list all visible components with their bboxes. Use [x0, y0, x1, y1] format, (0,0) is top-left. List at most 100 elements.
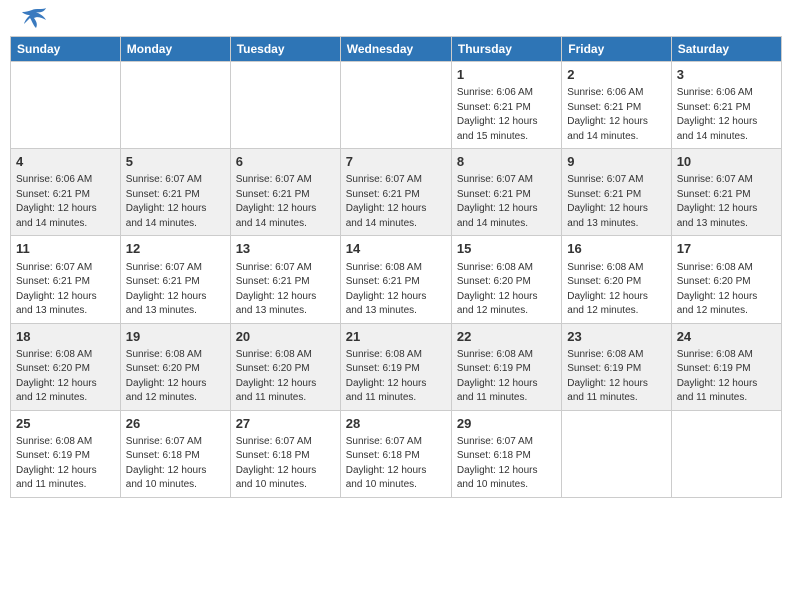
calendar-table: SundayMondayTuesdayWednesdayThursdayFrid…: [10, 36, 782, 498]
day-number: 9: [567, 153, 665, 171]
calendar-day-cell: 26 Sunrise: 6:07 AMSunset: 6:18 PMDayligh…: [120, 410, 230, 497]
day-number: 15: [457, 240, 556, 258]
calendar-day-cell: 19 Sunrise: 6:08 AMSunset: 6:20 PMDayligh…: [120, 323, 230, 410]
day-number: 13: [236, 240, 335, 258]
calendar-day-cell: 7 Sunrise: 6:07 AMSunset: 6:21 PMDaylight…: [340, 149, 451, 236]
calendar-day-cell: 3 Sunrise: 6:06 AMSunset: 6:21 PMDaylight…: [671, 62, 781, 149]
day-info: Sunrise: 6:07 AMSunset: 6:21 PMDaylight:…: [457, 173, 556, 231]
day-of-week-header: Sunday: [11, 37, 121, 62]
calendar-day-cell: 15 Sunrise: 6:08 AMSunset: 6:20 PMDayligh…: [451, 236, 561, 323]
day-number: 29: [457, 415, 556, 433]
day-info: Sunrise: 6:07 AMSunset: 6:21 PMDaylight:…: [236, 261, 335, 319]
day-number: 25: [16, 415, 115, 433]
day-number: 18: [16, 328, 115, 346]
calendar-day-cell: 28 Sunrise: 6:07 AMSunset: 6:18 PMDayligh…: [340, 410, 451, 497]
calendar-day-cell: [120, 62, 230, 149]
day-info: Sunrise: 6:08 AMSunset: 6:20 PMDaylight:…: [16, 348, 115, 406]
calendar-header-row: SundayMondayTuesdayWednesdayThursdayFrid…: [11, 37, 782, 62]
day-info: Sunrise: 6:07 AMSunset: 6:21 PMDaylight:…: [346, 173, 446, 231]
calendar-day-cell: 21 Sunrise: 6:08 AMSunset: 6:19 PMDayligh…: [340, 323, 451, 410]
day-number: 27: [236, 415, 335, 433]
day-number: 17: [677, 240, 776, 258]
calendar-day-cell: 14 Sunrise: 6:08 AMSunset: 6:21 PMDayligh…: [340, 236, 451, 323]
day-number: 6: [236, 153, 335, 171]
day-number: 2: [567, 66, 665, 84]
day-info: Sunrise: 6:06 AMSunset: 6:21 PMDaylight:…: [16, 173, 115, 231]
day-info: Sunrise: 6:08 AMSunset: 6:20 PMDaylight:…: [236, 348, 335, 406]
logo: [14, 16, 46, 28]
calendar-day-cell: 9 Sunrise: 6:07 AMSunset: 6:21 PMDaylight…: [562, 149, 671, 236]
day-info: Sunrise: 6:08 AMSunset: 6:20 PMDaylight:…: [677, 261, 776, 319]
day-of-week-header: Wednesday: [340, 37, 451, 62]
calendar-day-cell: 25 Sunrise: 6:08 AMSunset: 6:19 PMDayligh…: [11, 410, 121, 497]
day-info: Sunrise: 6:07 AMSunset: 6:18 PMDaylight:…: [126, 435, 225, 493]
day-number: 21: [346, 328, 446, 346]
day-of-week-header: Monday: [120, 37, 230, 62]
calendar-day-cell: 23Sunrise: 6:08 AMSunset: 6:19 PMDayligh…: [562, 323, 671, 410]
day-info: Sunrise: 6:07 AMSunset: 6:18 PMDaylight:…: [457, 435, 556, 493]
day-info: Sunrise: 6:07 AMSunset: 6:18 PMDaylight:…: [236, 435, 335, 493]
calendar-day-cell: 13 Sunrise: 6:07 AMSunset: 6:21 PMDayligh…: [230, 236, 340, 323]
day-info: Sunrise: 6:06 AMSunset: 6:21 PMDaylight:…: [677, 86, 776, 144]
calendar-week-row: 25 Sunrise: 6:08 AMSunset: 6:19 PMDayligh…: [11, 410, 782, 497]
day-info: Sunrise: 6:08 AMSunset: 6:19 PMDaylight:…: [346, 348, 446, 406]
day-info: Sunrise: 6:08 AMSunset: 6:19 PMDaylight:…: [16, 435, 115, 493]
day-number: 1: [457, 66, 556, 84]
day-number: 19: [126, 328, 225, 346]
calendar-day-cell: 16 Sunrise: 6:08 AMSunset: 6:20 PMDayligh…: [562, 236, 671, 323]
calendar-day-cell: 29 Sunrise: 6:07 AMSunset: 6:18 PMDayligh…: [451, 410, 561, 497]
day-number: 5: [126, 153, 225, 171]
day-info: Sunrise: 6:08 AMSunset: 6:19 PMDaylight:…: [457, 348, 556, 406]
calendar-day-cell: [562, 410, 671, 497]
day-number: 20: [236, 328, 335, 346]
calendar-day-cell: 2 Sunrise: 6:06 AMSunset: 6:21 PMDaylight…: [562, 62, 671, 149]
day-info: Sunrise: 6:07 AMSunset: 6:21 PMDaylight:…: [126, 261, 225, 319]
calendar-day-cell: 11Sunrise: 6:07 AMSunset: 6:21 PMDayligh…: [11, 236, 121, 323]
calendar-day-cell: 5 Sunrise: 6:07 AMSunset: 6:21 PMDaylight…: [120, 149, 230, 236]
day-info: Sunrise: 6:06 AMSunset: 6:21 PMDaylight:…: [567, 86, 665, 144]
logo-bird-icon: [18, 8, 46, 28]
calendar-week-row: 1 Sunrise: 6:06 AMSunset: 6:21 PMDaylight…: [11, 62, 782, 149]
calendar-day-cell: 1 Sunrise: 6:06 AMSunset: 6:21 PMDaylight…: [451, 62, 561, 149]
calendar-day-cell: 17 Sunrise: 6:08 AMSunset: 6:20 PMDayligh…: [671, 236, 781, 323]
calendar-day-cell: [340, 62, 451, 149]
day-info: Sunrise: 6:07 AMSunset: 6:21 PMDaylight:…: [567, 173, 665, 231]
calendar-day-cell: [230, 62, 340, 149]
day-number: 22: [457, 328, 556, 346]
day-of-week-header: Saturday: [671, 37, 781, 62]
day-number: 24: [677, 328, 776, 346]
day-info: Sunrise: 6:07 AMSunset: 6:21 PMDaylight:…: [677, 173, 776, 231]
day-number: 26: [126, 415, 225, 433]
calendar-day-cell: [671, 410, 781, 497]
day-info: Sunrise: 6:07 AMSunset: 6:18 PMDaylight:…: [346, 435, 446, 493]
day-number: 11: [16, 240, 115, 258]
calendar-week-row: 4 Sunrise: 6:06 AMSunset: 6:21 PMDaylight…: [11, 149, 782, 236]
day-number: 23: [567, 328, 665, 346]
day-info: Sunrise: 6:06 AMSunset: 6:21 PMDaylight:…: [457, 86, 556, 144]
day-number: 10: [677, 153, 776, 171]
calendar-day-cell: 6Sunrise: 6:07 AMSunset: 6:21 PMDaylight…: [230, 149, 340, 236]
calendar-week-row: 11 Sunrise: 6:07 AMSunset: 6:21 PMDayligh…: [11, 236, 782, 323]
calendar-week-row: 18 Sunrise: 6:08 AMSunset: 6:20 PMDayligh…: [11, 323, 782, 410]
day-info: Sunrise: 6:07 AMSunset: 6:21 PMDaylight:…: [126, 173, 225, 231]
calendar-day-cell: 27 Sunrise: 6:07 AMSunset: 6:18 PMDayligh…: [230, 410, 340, 497]
calendar-day-cell: 20 Sunrise: 6:08 AMSunset: 6:20 PMDayligh…: [230, 323, 340, 410]
calendar-day-cell: 18 Sunrise: 6:08 AMSunset: 6:20 PMDayligh…: [11, 323, 121, 410]
calendar-day-cell: 4 Sunrise: 6:06 AMSunset: 6:21 PMDaylight…: [11, 149, 121, 236]
day-number: 14: [346, 240, 446, 258]
day-number: 28: [346, 415, 446, 433]
day-number: 12: [126, 240, 225, 258]
day-of-week-header: Friday: [562, 37, 671, 62]
day-info: Sunrise: 6:08 AMSunset: 6:20 PMDaylight:…: [126, 348, 225, 406]
day-number: 16: [567, 240, 665, 258]
calendar-day-cell: 8 Sunrise: 6:07 AMSunset: 6:21 PMDaylight…: [451, 149, 561, 236]
calendar-day-cell: 12 Sunrise: 6:07 AMSunset: 6:21 PMDayligh…: [120, 236, 230, 323]
day-number: 4: [16, 153, 115, 171]
day-number: 7: [346, 153, 446, 171]
day-number: 3: [677, 66, 776, 84]
day-info: Sunrise: 6:08 AMSunset: 6:21 PMDaylight:…: [346, 261, 446, 319]
day-info: Sunrise: 6:08 AMSunset: 6:20 PMDaylight:…: [567, 261, 665, 319]
day-info: Sunrise: 6:08 AMSunset: 6:20 PMDaylight:…: [457, 261, 556, 319]
day-number: 8: [457, 153, 556, 171]
calendar-day-cell: 10 Sunrise: 6:07 AMSunset: 6:21 PMDayligh…: [671, 149, 781, 236]
